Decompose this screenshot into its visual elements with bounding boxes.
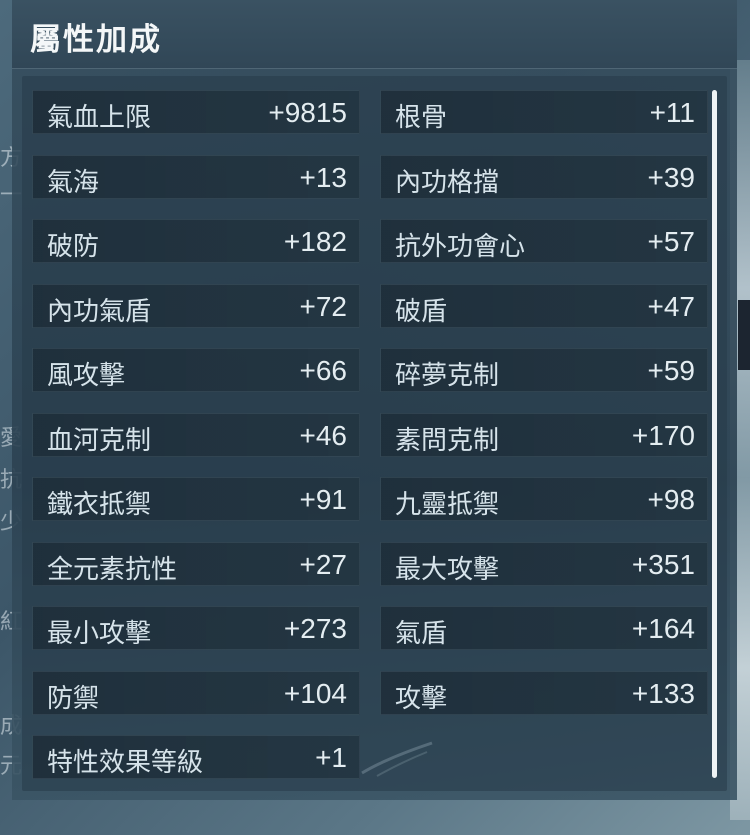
stat-value: +98 [647, 484, 696, 515]
stat-row: 根骨 +11 [380, 90, 708, 134]
stat-value: +9815 [268, 97, 347, 128]
stat-value: +104 [283, 678, 347, 709]
stat-value: +273 [283, 613, 347, 644]
stat-label: 九靈抵禦 [395, 490, 500, 520]
stat-row: 最小攻擊 +273 [32, 606, 360, 650]
stat-label: 抗外功會心 [395, 232, 526, 262]
stat-label: 內功氣盾 [47, 297, 152, 327]
stat-row: 內功格擋 +39 [380, 155, 708, 199]
stat-value: +133 [631, 678, 695, 709]
stat-label: 全元素抗性 [47, 555, 178, 585]
stat-value: +27 [299, 549, 348, 580]
stat-value: +59 [647, 355, 696, 386]
stat-label: 碎夢克制 [395, 361, 500, 391]
brush-stroke-decoration [361, 741, 433, 777]
stat-value: +39 [647, 162, 696, 193]
stat-label: 內功格擋 [395, 168, 500, 198]
stat-row: 九靈抵禦 +98 [380, 477, 708, 521]
stat-value: +164 [631, 613, 695, 644]
stat-value: +72 [299, 291, 348, 322]
stat-row: 風攻擊 +66 [32, 348, 360, 392]
background-artwork-shadow [738, 300, 750, 370]
stat-row: 氣血上限 +9815 [32, 90, 360, 134]
stat-value: +170 [631, 420, 695, 451]
stat-value: +1 [315, 742, 347, 773]
stat-row: 素問克制 +170 [380, 413, 708, 457]
stat-row: 破防 +182 [32, 219, 360, 263]
stat-label: 風攻擊 [47, 361, 126, 391]
stat-value: +351 [631, 549, 695, 580]
stat-label: 氣血上限 [47, 103, 152, 133]
stat-row: 破盾 +47 [380, 284, 708, 328]
stat-label: 氣盾 [395, 619, 448, 649]
stat-row: 氣海 +13 [32, 155, 360, 199]
stats-list[interactable]: 氣血上限 +9815 氣海 +13 破防 +182 內功氣盾 +72 風攻擊 +66 血河克制 +46… [22, 76, 727, 791]
stat-label: 素問克制 [395, 426, 500, 456]
stat-value: +57 [647, 226, 696, 257]
stat-value: +13 [299, 162, 348, 193]
stat-row: 血河克制 +46 [32, 413, 360, 457]
stat-label: 攻擊 [395, 684, 448, 714]
panel-title: 屬性加成 [30, 22, 162, 58]
attribute-bonus-panel: 屬性加成 氣血上限 +9815 氣海 +13 破防 +182 內功氣盾 +72 風攻擊 +66 血河… [12, 0, 737, 800]
stat-row: 最大攻擊 +351 [380, 542, 708, 586]
stat-label: 血河克制 [47, 426, 152, 456]
stat-row: 特性效果等級 +1 [32, 735, 360, 779]
stat-value: +91 [299, 484, 348, 515]
stat-value: +182 [283, 226, 347, 257]
stat-label: 最小攻擊 [47, 619, 152, 649]
stat-row: 氣盾 +164 [380, 606, 708, 650]
stat-label: 根骨 [395, 103, 448, 133]
stat-value: +47 [647, 291, 696, 322]
stat-label: 鐵衣抵禦 [47, 490, 152, 520]
stat-value: +11 [649, 97, 695, 128]
stat-row: 抗外功會心 +57 [380, 219, 708, 263]
stat-label: 氣海 [47, 168, 100, 198]
panel-title-bar: 屬性加成 [12, 0, 737, 69]
stat-row: 全元素抗性 +27 [32, 542, 360, 586]
stat-row: 攻擊 +133 [380, 671, 708, 715]
stat-row: 內功氣盾 +72 [32, 284, 360, 328]
stat-row: 碎夢克制 +59 [380, 348, 708, 392]
stat-label: 破盾 [395, 297, 448, 327]
stat-label: 最大攻擊 [395, 555, 500, 585]
stat-label: 特性效果等級 [47, 748, 204, 778]
stat-label: 防禦 [47, 684, 100, 714]
stat-value: +46 [299, 420, 348, 451]
stat-row: 防禦 +104 [32, 671, 360, 715]
stat-label: 破防 [47, 232, 100, 262]
stat-value: +66 [299, 355, 348, 386]
stat-row: 鐵衣抵禦 +91 [32, 477, 360, 521]
scrollbar[interactable] [712, 90, 717, 778]
